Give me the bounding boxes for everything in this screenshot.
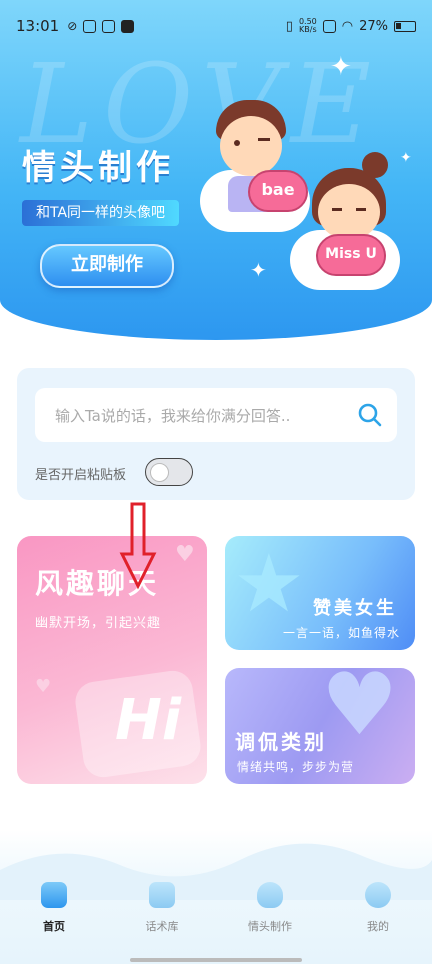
net-speed-unit: KB/s [299,25,317,34]
home-icon [41,882,67,908]
app-notification-icon [121,19,135,33]
status-bar: 13:01 ⊘ ▯ 0.50 KB/s ◠ 27% [0,0,432,52]
paste-toggle[interactable] [145,458,193,486]
vibrate-icon: ▯ [285,18,293,34]
chat-library-icon [149,882,175,908]
heart-icon: ♥ [321,668,399,755]
heart-badge: Miss U [316,234,386,276]
tease-subtitle: 情绪共鸣，步步为营 [237,760,355,774]
praise-title: 赞美女生 [313,598,397,619]
search-icon[interactable] [357,402,383,428]
fun-chat-subtitle: 幽默开场，引起兴趣 [35,616,162,631]
fun-chat-card[interactable]: 风趣聊天 幽默开场，引起兴趣 ♥ ♥ Hi [17,536,207,784]
nav-label: 我的 [367,920,389,933]
star-icon: ★ [233,537,305,630]
heart-icon: ♥ [35,676,52,697]
paste-toggle-label: 是否开启粘贴板 [35,468,127,483]
user-icon [365,882,391,908]
sparkle-icon: ✦ [400,150,412,166]
nav-mine[interactable]: 我的 [324,882,432,942]
app-notification-icon [102,19,116,33]
hi-badge-text: Hi [115,688,182,753]
praise-subtitle: 一言一语，如鱼得水 [283,626,401,640]
nav-chat-library[interactable]: 话术库 [108,882,216,942]
sparkle-icon: ✦ [250,258,267,282]
heart-avatar-icon [257,882,283,908]
praise-girl-card[interactable]: ★ 赞美女生 一言一语，如鱼得水 [225,536,415,650]
reply-input-card: 是否开启粘贴板 [17,368,415,500]
notification-icon: ⊘ [67,19,78,33]
annotation-arrow-icon [119,502,157,590]
tease-title: 调侃类别 [235,730,327,754]
sparkle-icon: ✦ [330,52,352,82]
nav-avatar-maker[interactable]: 情头制作 [216,882,324,942]
nav-home[interactable]: 首页 [0,882,108,942]
network-speed: 0.50 KB/s [299,18,317,34]
home-indicator[interactable] [130,958,302,962]
battery-percent: 27% [359,18,388,34]
bottom-nav: 首页 话术库 情头制作 我的 [0,882,432,942]
search-box[interactable] [35,388,397,444]
banner-title: 情头制作 [22,148,174,188]
wifi-icon: ◠ [341,18,354,34]
status-time: 13:01 [16,17,60,35]
battery-icon [394,20,416,32]
heart-icon: ♥ [175,542,195,567]
nav-label: 首页 [43,920,65,933]
message-input[interactable] [53,388,357,444]
make-now-button[interactable]: 立即制作 [40,244,174,288]
sim-icon [322,19,336,33]
app-notification-icon [83,19,97,33]
banner-subtitle: 和TA同一样的头像吧 [22,200,180,226]
nav-label: 情头制作 [248,920,292,933]
tease-card[interactable]: ♥ 调侃类别 情绪共鸣，步步为营 [225,668,415,784]
heart-badge: bae [248,170,308,212]
nav-label: 话术库 [145,920,179,933]
